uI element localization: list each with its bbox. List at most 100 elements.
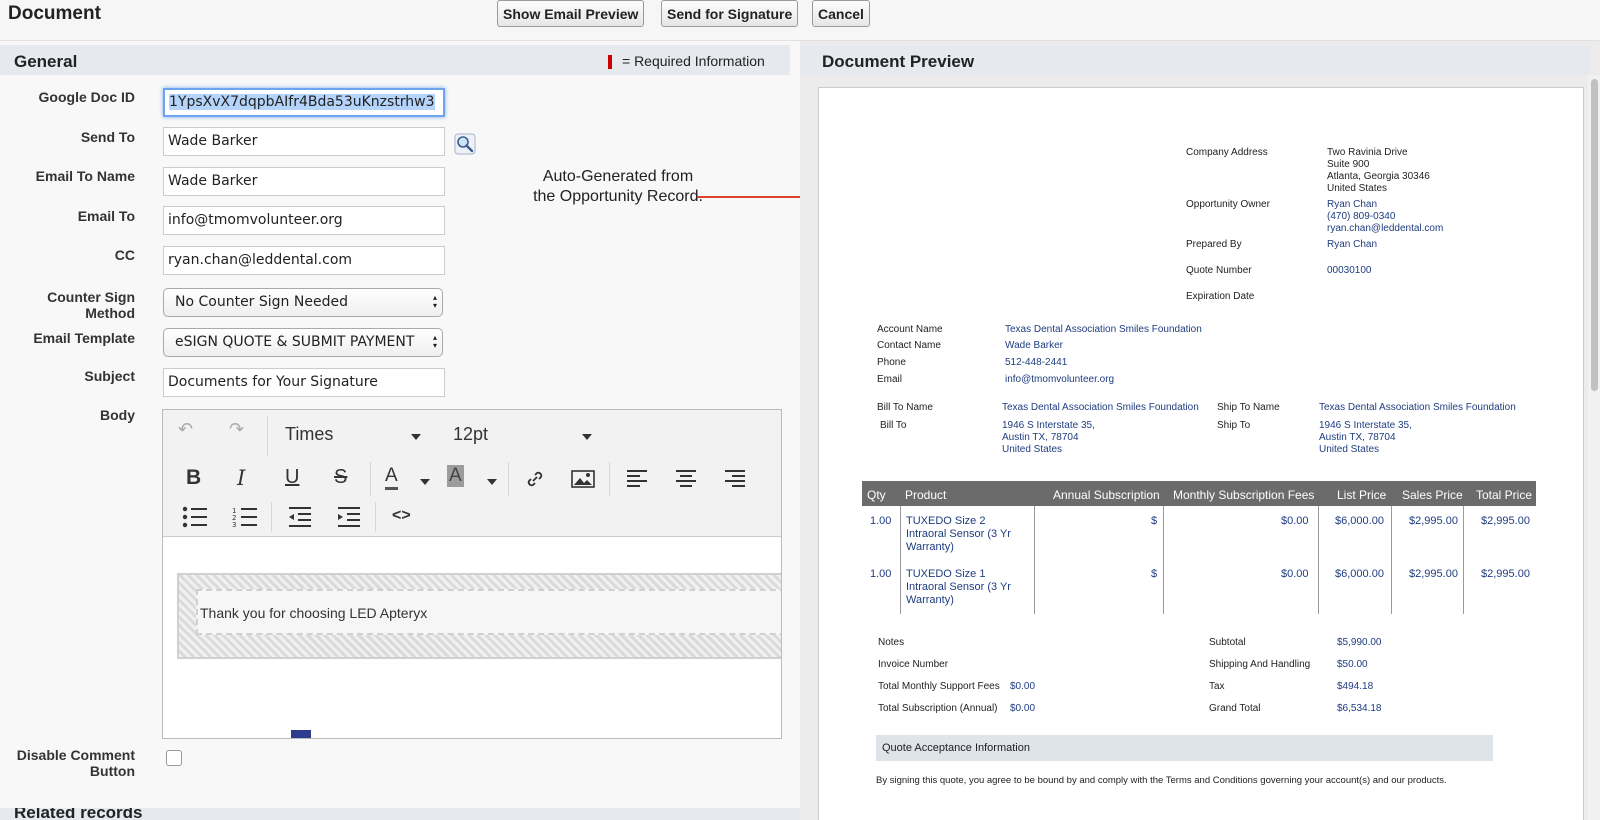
- source-code-icon[interactable]: <>: [392, 507, 411, 525]
- send-for-signature-button[interactable]: Send for Signature: [661, 0, 799, 27]
- row-1-monthly: $0.00: [1281, 515, 1309, 527]
- contact-name-value: Wade Barker: [1005, 340, 1063, 351]
- google-doc-id-input[interactable]: 1YpsXvX7dqpbAIfr4Bda53uKnzstrhw3: [163, 88, 445, 117]
- subject-label: Subject: [84, 368, 135, 384]
- body-editor[interactable]: ↶ ↷ Times 12pt B I U S A A 123 <> Thank …: [162, 409, 782, 739]
- opportunity-owner-label: Opportunity Owner: [1186, 199, 1270, 210]
- underline-icon[interactable]: U: [285, 466, 299, 489]
- align-center-icon[interactable]: [674, 468, 698, 490]
- row-1-product-line-1: TUXEDO Size 2: [906, 515, 986, 527]
- row-2-annual: $: [1151, 568, 1158, 580]
- google-doc-id-value: 1YpsXvX7dqpbAIfr4Bda53uKnzstrhw3: [169, 94, 435, 110]
- ship-to-name-label: Ship To Name: [1217, 402, 1280, 413]
- bill-to-line-1: 1946 S Interstate 35,: [1002, 420, 1095, 431]
- email-to-name-input[interactable]: Wade Barker: [163, 167, 445, 196]
- editor-toolbar: ↶ ↷ Times 12pt B I U S A A 123 <>: [163, 410, 781, 537]
- ship-to-line-2: Austin TX, 78704: [1319, 432, 1396, 443]
- text-color-dropdown-icon[interactable]: [420, 479, 430, 485]
- body-label: Body: [100, 407, 135, 423]
- send-to-input[interactable]: Wade Barker: [163, 127, 445, 156]
- text-color-icon[interactable]: A: [385, 465, 398, 490]
- highlight-dropdown-icon[interactable]: [487, 479, 497, 485]
- scrollbar-thumb[interactable]: [1591, 79, 1598, 391]
- lookup-magnifier-icon[interactable]: [454, 133, 476, 155]
- email-label: Email: [877, 374, 903, 385]
- email-template-select[interactable]: eSIGN QUOTE & SUBMIT PAYMENT: [163, 328, 443, 357]
- cc-label: CC: [114, 247, 135, 263]
- monthly-support-label: Total Monthly Support Fees: [878, 681, 1000, 692]
- italic-icon[interactable]: I: [237, 466, 245, 490]
- bill-to-line-3: United States: [1002, 444, 1063, 455]
- terms-text: By signing this quote, you agree to be b…: [876, 775, 1447, 786]
- subscription-value: $0.00: [1010, 703, 1036, 714]
- monthly-support-value: $0.00: [1010, 681, 1036, 692]
- contact-name-label: Contact Name: [877, 340, 941, 351]
- prepared-by-label: Prepared By: [1186, 239, 1242, 250]
- outdent-icon[interactable]: [287, 506, 313, 528]
- top-bar: Document Show Email Preview Send for Sig…: [0, 0, 1600, 41]
- phone-value: 512-448-2441: [1005, 357, 1068, 368]
- col-monthly-subscription: Monthly Subscription Fees: [1173, 488, 1315, 502]
- numbered-list-icon[interactable]: 123: [232, 506, 258, 528]
- subject-input[interactable]: Documents for Your Signature: [163, 368, 445, 397]
- required-marker-icon: [608, 55, 612, 69]
- company-address-line-3: Atlanta, Georgia 30346: [1327, 171, 1430, 182]
- align-right-icon[interactable]: [723, 468, 747, 490]
- ship-to-line-1: 1946 S Interstate 35,: [1319, 420, 1412, 431]
- preview-scrollbar[interactable]: [1588, 75, 1600, 820]
- general-section-header: General = Required Information: [0, 45, 790, 75]
- bold-icon[interactable]: B: [186, 466, 201, 490]
- tax-value: $494.18: [1337, 681, 1374, 692]
- quote-acceptance-title: Quote Acceptance Information: [882, 742, 1030, 754]
- font-size-select[interactable]: 12pt: [453, 424, 488, 445]
- row-1-list: $6,000.00: [1335, 515, 1384, 527]
- row-2-product-line-3: Warranty): [906, 594, 954, 606]
- invoice-number-label: Invoice Number: [878, 659, 949, 670]
- email-logo-icon: [291, 730, 311, 738]
- counter-sign-select[interactable]: No Counter Sign Needed: [163, 288, 443, 317]
- strikethrough-icon[interactable]: S: [334, 466, 347, 489]
- row-1-qty: 1.00: [870, 515, 892, 527]
- account-name-label: Account Name: [877, 324, 943, 335]
- highlight-color-icon[interactable]: A: [447, 465, 464, 487]
- cancel-button[interactable]: Cancel: [812, 0, 870, 27]
- col-product: Product: [905, 488, 947, 502]
- subtotal-label: Subtotal: [1209, 637, 1246, 648]
- bullet-list-icon[interactable]: [182, 506, 208, 528]
- show-email-preview-button[interactable]: Show Email Preview: [497, 0, 645, 27]
- font-size-dropdown-icon[interactable]: [582, 434, 592, 440]
- page-title: Document: [8, 3, 101, 24]
- preview-section-header: Document Preview: [800, 45, 1590, 75]
- disable-comment-checkbox[interactable]: [166, 750, 182, 766]
- phone-label: Phone: [877, 357, 906, 368]
- row-2-sales: $2,995.00: [1409, 568, 1458, 580]
- image-icon[interactable]: [571, 469, 595, 489]
- col-total-price: Total Price: [1476, 488, 1533, 502]
- col-qty: Qty: [867, 488, 886, 502]
- font-family-dropdown-icon[interactable]: [411, 434, 421, 440]
- bill-to-name-label: Bill To Name: [877, 402, 933, 413]
- related-records-title: Related records: [14, 808, 143, 820]
- subscription-label: Total Subscription (Annual): [878, 703, 998, 714]
- cc-input[interactable]: ryan.chan@leddental.com: [163, 246, 445, 275]
- redo-icon[interactable]: ↷: [229, 419, 244, 440]
- indent-icon[interactable]: [336, 506, 362, 528]
- align-left-icon[interactable]: [625, 468, 649, 490]
- grand-total-label: Grand Total: [1209, 703, 1261, 714]
- shipping-label: Shipping And Handling: [1209, 659, 1311, 670]
- preview-title: Document Preview: [822, 52, 975, 71]
- row-1-annual: $: [1151, 515, 1158, 527]
- col-list-price: List Price: [1337, 488, 1387, 502]
- grand-total-value: $6,534.18: [1337, 703, 1382, 714]
- email-content-block[interactable]: Thank you for choosing LED Apteryx: [177, 573, 781, 659]
- row-1-product-line-3: Warranty): [906, 541, 954, 553]
- owner-phone: (470) 809-0340: [1327, 211, 1396, 222]
- google-doc-id-label: Google Doc ID: [38, 89, 135, 105]
- bill-to-name-value: Texas Dental Association Smiles Foundati…: [1002, 402, 1199, 413]
- ship-to-name-value: Texas Dental Association Smiles Foundati…: [1319, 402, 1516, 413]
- link-icon[interactable]: [524, 468, 546, 490]
- quote-number-label: Quote Number: [1186, 265, 1252, 276]
- email-to-input[interactable]: info@tmomvolunteer.org: [163, 206, 445, 235]
- font-family-select[interactable]: Times: [285, 424, 333, 445]
- undo-icon[interactable]: ↶: [178, 419, 193, 440]
